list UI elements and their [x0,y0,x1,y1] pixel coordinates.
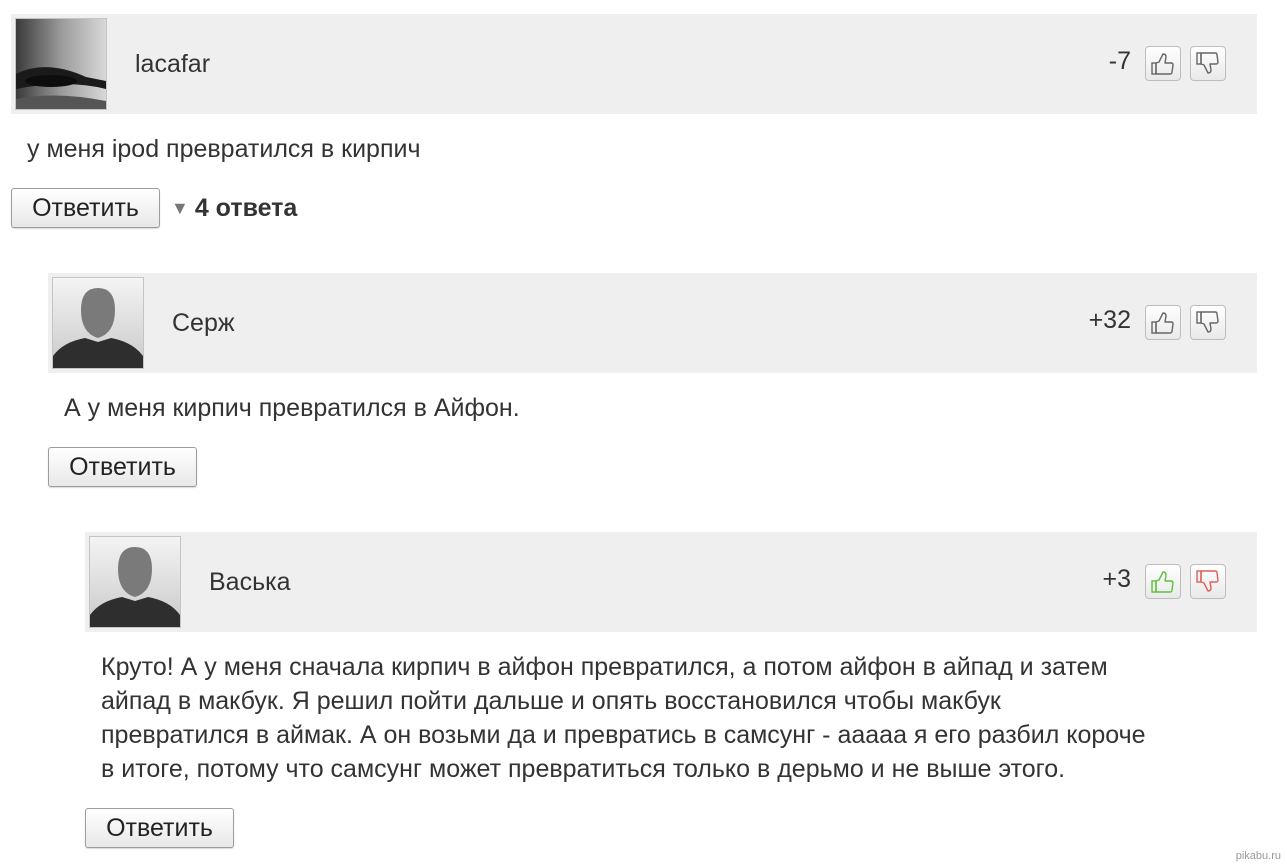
comment-actions: Ответить [85,808,1257,848]
thumbs-down-icon [1196,570,1219,592]
replies-toggle[interactable]: ▼ 4 ответа [171,194,297,223]
comment-actions: Ответить ▼ 4 ответа [11,188,1257,228]
comment-lacafar: lacafar -7 у меня ipod превратился в кир… [11,14,1257,228]
eye-photo-icon [16,19,106,109]
comment-header: lacafar -7 [11,14,1257,114]
reply-button[interactable]: Ответить [48,447,197,487]
avatar[interactable] [15,18,107,110]
comment-score: -7 [1108,47,1131,75]
downvote-button[interactable] [1190,564,1226,599]
comment-text: Круто! А у меня сначала кирпич в айфон п… [101,653,1146,783]
avatar[interactable] [52,277,144,369]
username[interactable]: Васька [209,568,291,597]
watermark: pikabu.ru [1235,850,1281,862]
upvote-button[interactable] [1145,46,1181,81]
comment-header: Васька +3 [85,532,1257,632]
comment-vaska: Васька +3 Круто! А у меня сначала кирпич… [85,532,1257,848]
default-avatar-icon [90,537,180,627]
comment-header: Серж +32 [48,273,1257,373]
triangle-down-icon: ▼ [171,198,189,218]
comment-text: у меня ipod превратился в кирпич [27,135,421,163]
upvote-button[interactable] [1145,305,1181,340]
reply-button[interactable]: Ответить [85,808,234,848]
replies-count: 4 ответа [194,194,298,222]
downvote-button[interactable] [1190,46,1226,81]
reply-button[interactable]: Ответить [11,188,160,228]
thumbs-down-icon [1196,52,1219,74]
username[interactable]: Серж [172,309,235,338]
downvote-button[interactable] [1190,305,1226,340]
avatar[interactable] [89,536,181,628]
comment-score: +3 [1102,565,1131,593]
thumbs-up-icon [1151,571,1174,593]
upvote-button[interactable] [1145,564,1181,599]
thumbs-down-icon [1196,311,1219,333]
thumbs-up-icon [1151,312,1174,334]
comment-serzh: Серж +32 А у меня кирпич превратился в А… [48,273,1257,487]
thumbs-up-icon [1151,53,1174,75]
comment-score: +32 [1088,306,1131,334]
comment-text: А у меня кирпич превратился в Айфон. [64,394,520,422]
comment-actions: Ответить [48,447,1257,487]
username[interactable]: lacafar [135,50,210,79]
default-avatar-icon [53,278,143,368]
